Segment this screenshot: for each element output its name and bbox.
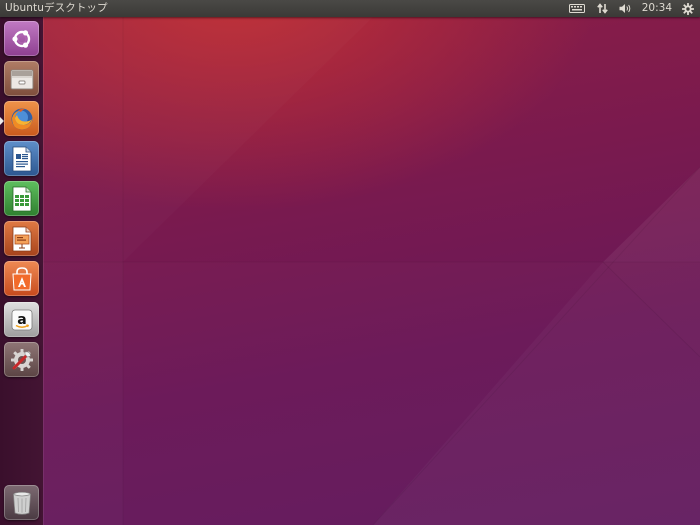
launcher-item-dash-home[interactable] — [4, 21, 39, 56]
desktop-wallpaper — [43, 17, 700, 525]
launcher-item-impress[interactable] — [4, 221, 39, 256]
libreoffice-calc-icon — [12, 186, 31, 211]
clock-indicator[interactable]: 20:34 — [642, 0, 672, 17]
firefox-icon — [11, 108, 32, 129]
launcher-item-system-settings[interactable] — [4, 342, 39, 377]
keyboard-indicator[interactable] — [568, 0, 585, 17]
amazon-icon: a — [11, 309, 32, 330]
panel-title: Ubuntuデスクトップ — [5, 2, 108, 14]
launcher-item-calc[interactable] — [4, 181, 39, 216]
indicator-area: 20:34 — [568, 0, 700, 17]
svg-text:a: a — [17, 312, 26, 328]
launcher-item-trash[interactable] — [4, 485, 39, 520]
volume-icon — [619, 4, 631, 13]
gear-icon — [682, 2, 694, 15]
launcher-item-writer[interactable] — [4, 141, 39, 176]
network-indicator[interactable] — [596, 0, 608, 17]
wallpaper-pattern — [43, 17, 700, 525]
trash-icon — [12, 491, 31, 515]
launcher-item-files[interactable] — [4, 61, 39, 96]
launcher: a — [0, 17, 43, 525]
session-indicator[interactable] — [682, 0, 694, 17]
launcher-item-software-center[interactable] — [4, 261, 39, 296]
shopping-bag-icon — [11, 266, 32, 290]
ubuntu-logo-icon — [11, 29, 30, 48]
keyboard-icon — [568, 4, 585, 13]
clock-time: 20:34 — [641, 2, 672, 14]
launcher-item-firefox[interactable] — [4, 101, 39, 136]
libreoffice-impress-icon — [12, 226, 31, 251]
top-panel: Ubuntuデスクトップ 20:34 — [0, 0, 700, 17]
settings-tools-icon — [10, 348, 33, 371]
network-icon — [596, 3, 608, 14]
libreoffice-writer-icon — [12, 146, 31, 171]
launcher-item-amazon[interactable]: a — [4, 302, 39, 337]
file-cabinet-icon — [10, 69, 33, 89]
volume-indicator[interactable] — [619, 0, 632, 17]
